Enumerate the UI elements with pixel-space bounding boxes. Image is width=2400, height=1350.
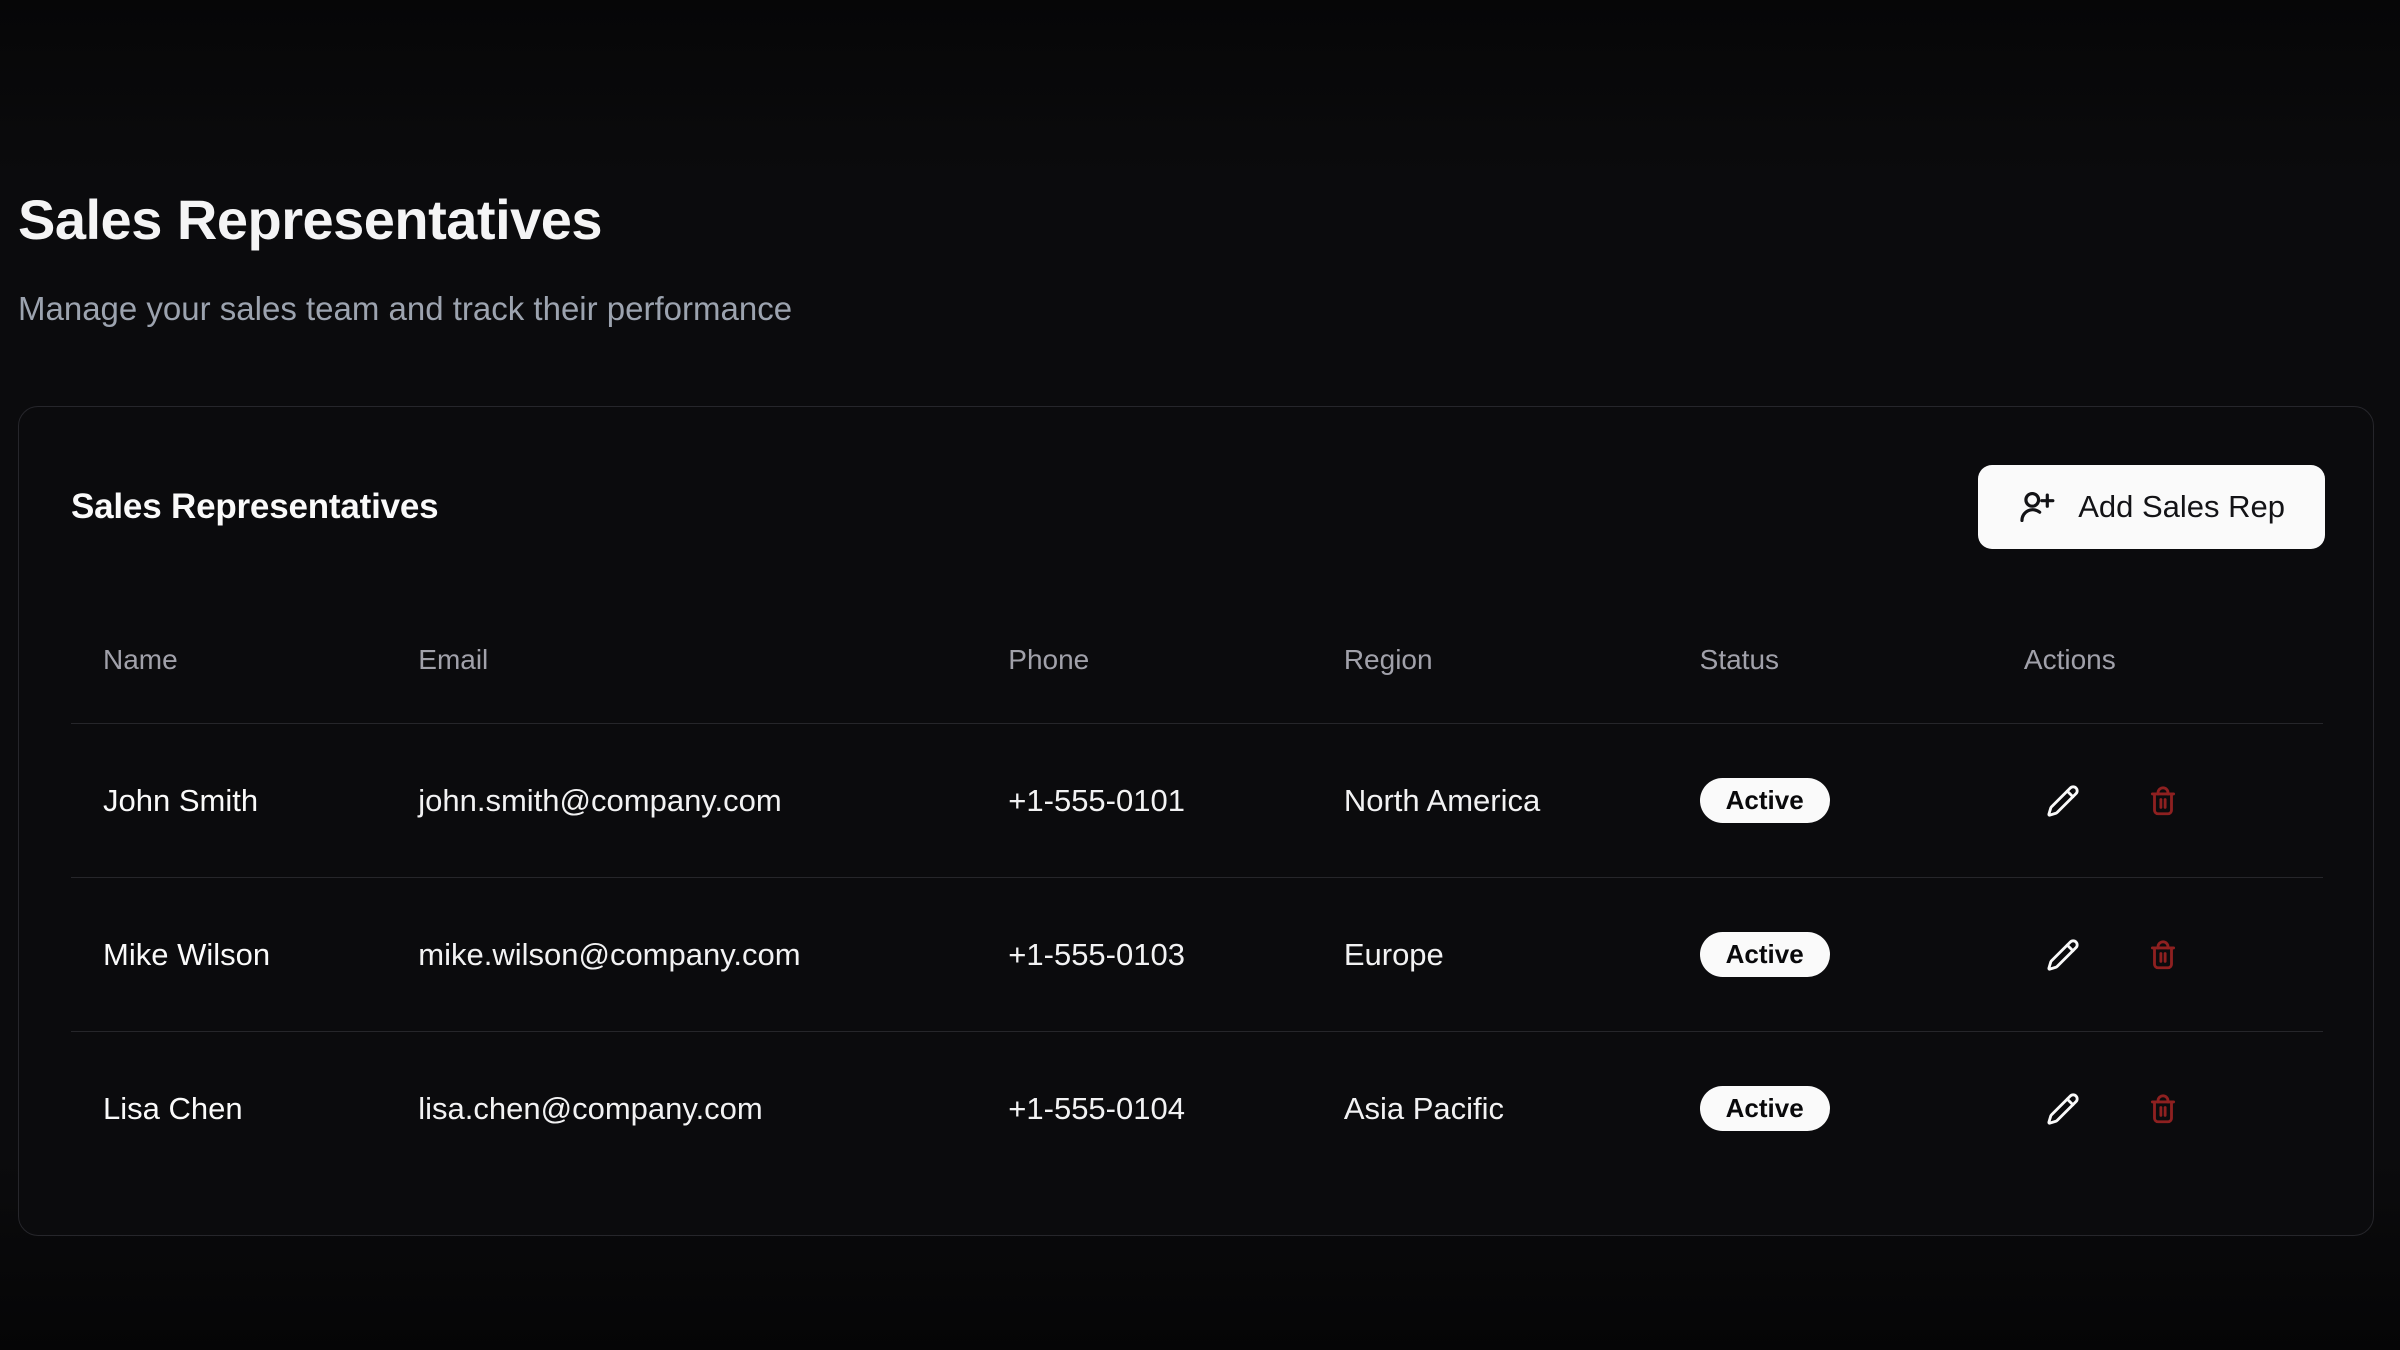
rep-email: lisa.chen@company.com (386, 1032, 976, 1186)
page-title: Sales Representatives (18, 186, 2374, 254)
add-sales-rep-button[interactable]: Add Sales Rep (1978, 465, 2325, 549)
status-badge: Active (1700, 932, 1830, 977)
delete-button[interactable] (2146, 784, 2180, 818)
card-header: Sales Representatives Add Sales Rep (19, 407, 2373, 599)
rep-actions-cell (1992, 1032, 2323, 1186)
rep-phone: +1-555-0103 (976, 878, 1312, 1032)
edit-button[interactable] (2046, 784, 2080, 818)
status-badge: Active (1700, 1086, 1830, 1131)
pencil-icon (2046, 784, 2080, 818)
table-row: Mike Wilson mike.wilson@company.com +1-5… (71, 878, 2323, 1032)
rep-status-cell: Active (1668, 1032, 1992, 1186)
rep-name: Mike Wilson (71, 878, 386, 1032)
table-row: John Smith john.smith@company.com +1-555… (71, 724, 2323, 878)
page-header: Sales Representatives Manage your sales … (16, 186, 2374, 330)
rep-name: Lisa Chen (71, 1032, 386, 1186)
edit-button[interactable] (2046, 1092, 2080, 1126)
rep-email: john.smith@company.com (386, 724, 976, 878)
edit-button[interactable] (2046, 938, 2080, 972)
rep-region: Europe (1312, 878, 1668, 1032)
table-row: Lisa Chen lisa.chen@company.com +1-555-0… (71, 1032, 2323, 1186)
rep-email: mike.wilson@company.com (386, 878, 976, 1032)
table-header-row: Name Email Phone Region Status Actions (71, 599, 2323, 724)
column-header-status: Status (1668, 599, 1992, 724)
rep-region: Asia Pacific (1312, 1032, 1668, 1186)
column-header-region: Region (1312, 599, 1668, 724)
delete-button[interactable] (2146, 1092, 2180, 1126)
rep-phone: +1-555-0101 (976, 724, 1312, 878)
column-header-actions: Actions (1992, 599, 2323, 724)
table-wrap: Name Email Phone Region Status Actions J… (19, 599, 2373, 1235)
rep-actions-cell (1992, 878, 2323, 1032)
rep-phone: +1-555-0104 (976, 1032, 1312, 1186)
user-plus-icon (2018, 488, 2056, 526)
column-header-email: Email (386, 599, 976, 724)
pencil-icon (2046, 1092, 2080, 1126)
page: Sales Representatives Manage your sales … (0, 0, 2400, 1350)
pencil-icon (2046, 938, 2080, 972)
delete-button[interactable] (2146, 938, 2180, 972)
trash-icon (2146, 938, 2180, 972)
status-badge: Active (1700, 778, 1830, 823)
rep-name: John Smith (71, 724, 386, 878)
card-title: Sales Representatives (71, 484, 438, 530)
rep-status-cell: Active (1668, 724, 1992, 878)
column-header-phone: Phone (976, 599, 1312, 724)
rep-region: North America (1312, 724, 1668, 878)
column-header-name: Name (71, 599, 386, 724)
sales-reps-table: Name Email Phone Region Status Actions J… (71, 599, 2323, 1185)
trash-icon (2146, 1092, 2180, 1126)
rep-actions-cell (1992, 724, 2323, 878)
add-sales-rep-label: Add Sales Rep (2078, 489, 2285, 525)
rep-status-cell: Active (1668, 878, 1992, 1032)
sales-reps-card: Sales Representatives Add Sales Rep (18, 406, 2374, 1236)
trash-icon (2146, 784, 2180, 818)
page-subtitle: Manage your sales team and track their p… (18, 288, 2374, 330)
